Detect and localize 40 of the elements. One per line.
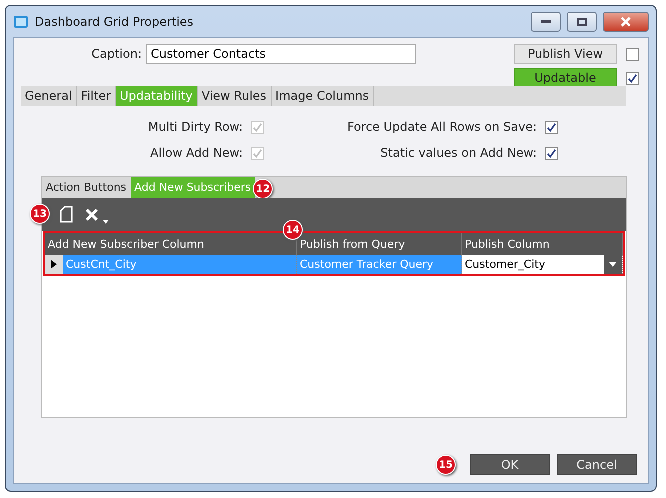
tab[interactable]: General (21, 86, 78, 106)
option-label: Static values on Add New: (380, 146, 537, 160)
maximize-icon (577, 18, 587, 26)
caption-label: Caption: (90, 47, 142, 61)
option-label: Allow Add New: (150, 146, 243, 160)
row-pointer-icon (51, 260, 57, 269)
column-header: Add New Subscriber Column (45, 233, 297, 255)
tab[interactable]: Action Buttons (42, 177, 131, 198)
checkbox[interactable] (626, 72, 639, 84)
dropdown-value: Customer_City (465, 258, 546, 271)
checkbox[interactable] (545, 120, 558, 134)
close-button[interactable] (603, 12, 649, 32)
column-header: Publish Column (462, 233, 623, 255)
option-label: Force Update All Rows on Save: (346, 120, 537, 134)
cancel-button[interactable]: Cancel (557, 454, 637, 475)
callout-marker: 12 (253, 179, 274, 199)
maximize-button[interactable] (567, 12, 597, 32)
checkbox[interactable] (545, 146, 558, 160)
dropdown-arrow-icon[interactable] (103, 220, 109, 224)
new-document-icon[interactable] (60, 206, 73, 223)
minimize-button[interactable] (531, 12, 561, 32)
toggle-button[interactable]: Publish View (514, 44, 617, 64)
tab[interactable]: View Rules (198, 86, 272, 106)
callout-marker: 15 (436, 455, 456, 475)
dropdown-arrow-icon[interactable] (609, 262, 617, 267)
tab[interactable]: Image Columns (272, 86, 374, 106)
table-cell: Customer Tracker Query (297, 255, 462, 274)
option-label: Multi Dirty Row: (147, 120, 243, 134)
grid-icon (13, 14, 29, 28)
ok-button[interactable]: OK (470, 454, 550, 475)
caption-field[interactable]: Customer Contacts (146, 44, 416, 64)
delete-icon[interactable] (85, 208, 99, 222)
window-title: Dashboard Grid Properties (35, 14, 195, 28)
column-header: Publish from Query (297, 233, 462, 255)
toggle-button[interactable]: Updatable (514, 68, 617, 88)
cell-text: CustCnt_City (66, 258, 137, 271)
minimize-icon (541, 20, 551, 24)
callout-marker: 13 (30, 204, 50, 224)
close-icon (621, 16, 631, 26)
checkbox[interactable] (626, 48, 639, 60)
